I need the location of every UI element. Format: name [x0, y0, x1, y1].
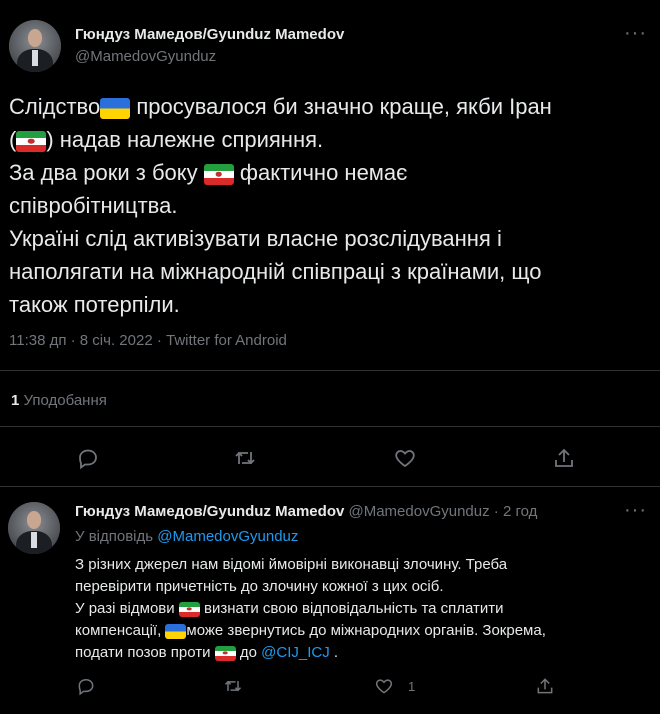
tweet-text-line: наполягати на міжнародній співпраці з кр…: [9, 259, 542, 284]
reply-text-line: З різних джерел нам відомі ймовірні вико…: [75, 556, 508, 573]
reply-text-segment: У разі відмови: [75, 600, 179, 617]
likes-stat[interactable]: 1 Уподобання: [11, 392, 107, 409]
author-name[interactable]: Гюндуз Мамедов/Gyunduz Mamedov: [75, 26, 344, 43]
share-icon[interactable]: [535, 676, 555, 696]
replying-to: У відповідь @MamedovGyunduz: [75, 528, 298, 545]
tweet-text-segment: фактично немає: [233, 160, 408, 185]
divider: [0, 370, 660, 371]
tweet-text-segment: (: [9, 127, 17, 152]
replying-to-label: У відповідь: [75, 528, 158, 545]
reply-text-line: перевірити причетність до злочину кожної…: [75, 578, 444, 595]
iran-flag-icon: [16, 130, 47, 152]
reply-icon[interactable]: [76, 676, 96, 696]
reply-text: З різних джерел нам відомі ймовірні вико…: [75, 554, 645, 664]
ukraine-flag-icon: [165, 623, 187, 639]
reply-author[interactable]: Гюндуз Мамедов/Gyunduz Mamedov @MamedovG…: [75, 503, 537, 520]
reply-text-segment: компенсації,: [75, 622, 166, 639]
ukraine-flag-icon: [100, 97, 131, 119]
reply-text-segment: подати позов проти: [75, 644, 215, 661]
tweet-text-segment: ) надав належне сприяння.: [46, 127, 324, 152]
reply-author-avatar[interactable]: [8, 502, 60, 554]
iran-flag-icon: [214, 645, 236, 661]
replying-to-handle-link[interactable]: @MamedovGyunduz: [157, 528, 298, 545]
share-icon[interactable]: [552, 446, 576, 470]
reply-handle-time[interactable]: @MamedovGyunduz · 2 год: [344, 503, 537, 520]
divider: [0, 426, 660, 427]
tweet-text-segment: просувалося би значно краще, якби Іран: [130, 94, 552, 119]
likes-label: Уподобання: [19, 392, 107, 409]
tweet-text-line: Україні слід активізувати власне розслід…: [9, 226, 502, 251]
author-handle[interactable]: @MamedovGyunduz: [75, 48, 216, 65]
like-icon[interactable]: [374, 676, 394, 696]
author-avatar[interactable]: [9, 20, 61, 72]
mention-link[interactable]: @CIJ_ICJ: [261, 644, 330, 661]
iran-flag-icon: [203, 163, 234, 185]
retweet-icon[interactable]: [223, 676, 243, 696]
tweet-text: Слідство просувалося би значно краще, як…: [9, 90, 649, 321]
reply-text-segment: може звернутись до міжнародних органів. …: [186, 622, 546, 639]
reply-icon[interactable]: [76, 446, 100, 470]
divider: [0, 486, 660, 487]
more-options-icon[interactable]: ···: [624, 22, 647, 45]
retweet-icon[interactable]: [233, 446, 257, 470]
tweet-text-segment: За два роки з боку: [9, 160, 204, 185]
tweet-text-line: також потерпіли.: [9, 292, 180, 317]
reply-text-segment: визнати свою відповідальність та сплатит…: [199, 600, 504, 617]
tweet-text-line: співробітництва.: [9, 193, 178, 218]
reply-text-segment: .: [329, 644, 339, 661]
reply-more-options-icon[interactable]: ···: [624, 499, 647, 522]
iran-flag-icon: [178, 601, 200, 617]
tweet-timestamp[interactable]: 11:38 дп · 8 січ. 2022 · Twitter for And…: [9, 332, 287, 349]
like-icon[interactable]: [393, 446, 417, 470]
tweet-text-segment: Слідство: [9, 94, 101, 119]
reply-text-segment: до: [235, 644, 262, 661]
reply-author-name[interactable]: Гюндуз Мамедов/Gyunduz Mamedov: [75, 503, 344, 520]
like-count: 1: [408, 679, 416, 694]
